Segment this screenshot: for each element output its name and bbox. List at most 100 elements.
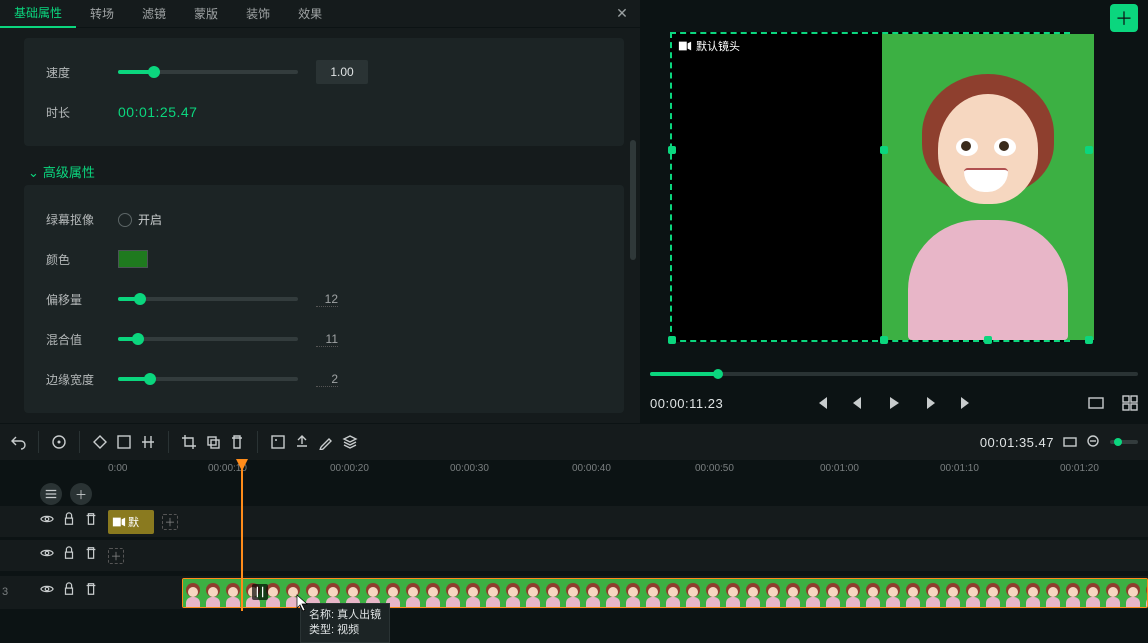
- timeline-toolbar: 00:01:35.47: [0, 423, 1148, 461]
- resize-handle[interactable]: [1085, 146, 1093, 154]
- ruler-tick: 00:00:30: [450, 463, 489, 474]
- property-tabs: 基础属性 转场 滤镜 蒙版 装饰 效果 ✕: [0, 0, 640, 28]
- undo-button[interactable]: [10, 434, 26, 450]
- add-track-button[interactable]: ＋: [70, 483, 92, 505]
- clip-tooltip: 名称: 真人出镜 类型: 视频: [300, 603, 390, 643]
- offset-label: 偏移量: [46, 291, 100, 308]
- grid-button[interactable]: [1122, 395, 1138, 411]
- next-clip-button[interactable]: [958, 395, 974, 411]
- color-label: 颜色: [46, 251, 100, 268]
- panel-scrollbar[interactable]: [630, 140, 636, 260]
- select-button[interactable]: [116, 434, 132, 450]
- resize-handle[interactable]: [984, 336, 992, 344]
- resize-handle[interactable]: [880, 336, 888, 344]
- speed-label: 速度: [46, 64, 100, 81]
- resize-handle[interactable]: [1085, 336, 1093, 344]
- preview-canvas[interactable]: 默认镜头: [670, 32, 1070, 342]
- offset-value[interactable]: 12: [316, 292, 338, 307]
- track-row-2: ＋: [0, 540, 1148, 572]
- trash-icon[interactable]: [84, 582, 98, 596]
- lock-icon[interactable]: [62, 512, 76, 526]
- snapshot-button[interactable]: [1088, 395, 1104, 411]
- delete-button[interactable]: [229, 434, 245, 450]
- marker-button[interactable]: [51, 434, 67, 450]
- tab-effect[interactable]: 效果: [284, 1, 336, 27]
- resize-handle[interactable]: [880, 146, 888, 154]
- add-keyframe-button[interactable]: ＋: [108, 548, 124, 564]
- crop-button[interactable]: [181, 434, 197, 450]
- eye-icon[interactable]: [40, 546, 54, 560]
- eye-icon[interactable]: [40, 512, 54, 526]
- edge-slider[interactable]: [118, 377, 298, 381]
- trash-icon[interactable]: [84, 546, 98, 560]
- ruler-tick: 00:01:10: [940, 463, 979, 474]
- chroma-box: 绿幕抠像 开启 颜色 偏移量 12 混合值 1: [24, 185, 624, 413]
- duration-label: 时长: [46, 104, 100, 121]
- ruler-tick: 00:01:20: [1060, 463, 1099, 474]
- cursor-icon: [296, 594, 310, 612]
- add-media-button[interactable]: ＋: [1110, 4, 1138, 32]
- tab-transition[interactable]: 转场: [76, 1, 128, 27]
- edit-button[interactable]: [318, 434, 334, 450]
- edge-label: 边缘宽度: [46, 371, 100, 388]
- timeline-ruler[interactable]: 0:00 00:00:10 00:00:20 00:00:30 00:00:40…: [0, 461, 1148, 481]
- chroma-enable-radio[interactable]: 开启: [118, 211, 162, 228]
- layers-button[interactable]: [342, 434, 358, 450]
- zoom-slider[interactable]: [1110, 440, 1138, 444]
- resize-handle[interactable]: [668, 336, 676, 344]
- lock-icon[interactable]: [62, 546, 76, 560]
- timeline-total-time: 00:01:35.47: [980, 435, 1054, 450]
- lock-icon[interactable]: [62, 582, 76, 596]
- ruler-tick: 00:00:40: [572, 463, 611, 474]
- playhead[interactable]: [241, 461, 243, 611]
- tab-mask[interactable]: 蒙版: [180, 1, 232, 27]
- speed-input[interactable]: [316, 60, 368, 84]
- zoom-out-button[interactable]: [1086, 434, 1102, 450]
- color-swatch[interactable]: [118, 250, 148, 268]
- tab-decorate[interactable]: 装饰: [232, 1, 284, 27]
- export-button[interactable]: [294, 434, 310, 450]
- camera-icon: [678, 39, 692, 53]
- properties-panel: 基础属性 转场 滤镜 蒙版 装饰 效果 ✕ 速度 时长 00:01:25.47 …: [0, 0, 640, 423]
- split-button[interactable]: [140, 434, 156, 450]
- ruler-tick: 00:01:00: [820, 463, 859, 474]
- chroma-label: 绿幕抠像: [46, 211, 100, 228]
- advanced-section-header[interactable]: ⌄高级属性: [24, 156, 624, 185]
- image-button[interactable]: [270, 434, 286, 450]
- basic-box: 速度 时长 00:01:25.47: [24, 38, 624, 146]
- close-icon[interactable]: ✕: [610, 5, 634, 22]
- transport-bar: 00:00:11.23: [650, 388, 1138, 418]
- next-frame-button[interactable]: [922, 395, 938, 411]
- speed-slider[interactable]: [118, 70, 298, 74]
- add-keyframe-button[interactable]: ＋: [162, 514, 178, 530]
- tab-filter[interactable]: 滤镜: [128, 1, 180, 27]
- resize-handle[interactable]: [668, 146, 676, 154]
- track-options-button[interactable]: [40, 483, 62, 505]
- clip-camera[interactable]: 默: [108, 510, 154, 534]
- camera-icon: [112, 515, 126, 529]
- chevron-down-icon: ⌄: [28, 165, 39, 181]
- prev-frame-button[interactable]: [850, 395, 866, 411]
- tab-basic[interactable]: 基础属性: [0, 0, 76, 28]
- trash-icon[interactable]: [84, 512, 98, 526]
- offset-slider[interactable]: [118, 297, 298, 301]
- eye-icon[interactable]: [40, 582, 54, 596]
- blend-slider[interactable]: [118, 337, 298, 341]
- keyframe-button[interactable]: [92, 434, 108, 450]
- ruler-tick: 00:00:50: [695, 463, 734, 474]
- preview-pane: ＋ 默认镜头 00:00:11.23: [640, 0, 1148, 423]
- preview-current-time: 00:00:11.23: [650, 396, 723, 411]
- track-row-1: 默 ＋: [0, 506, 1148, 538]
- copy-button[interactable]: [205, 434, 221, 450]
- blend-value[interactable]: 11: [316, 332, 338, 347]
- preview-progress[interactable]: [650, 372, 1138, 376]
- prev-clip-button[interactable]: [814, 395, 830, 411]
- edge-value[interactable]: 2: [316, 372, 338, 387]
- fit-button[interactable]: [1062, 434, 1078, 450]
- track-index: 3: [2, 586, 8, 598]
- tracks-head: ＋: [40, 482, 104, 506]
- camera-label: 默认镜头: [678, 38, 740, 54]
- track-row-3: 3: [0, 576, 1148, 610]
- clip-split-icon[interactable]: [252, 584, 268, 600]
- play-button[interactable]: [886, 395, 902, 411]
